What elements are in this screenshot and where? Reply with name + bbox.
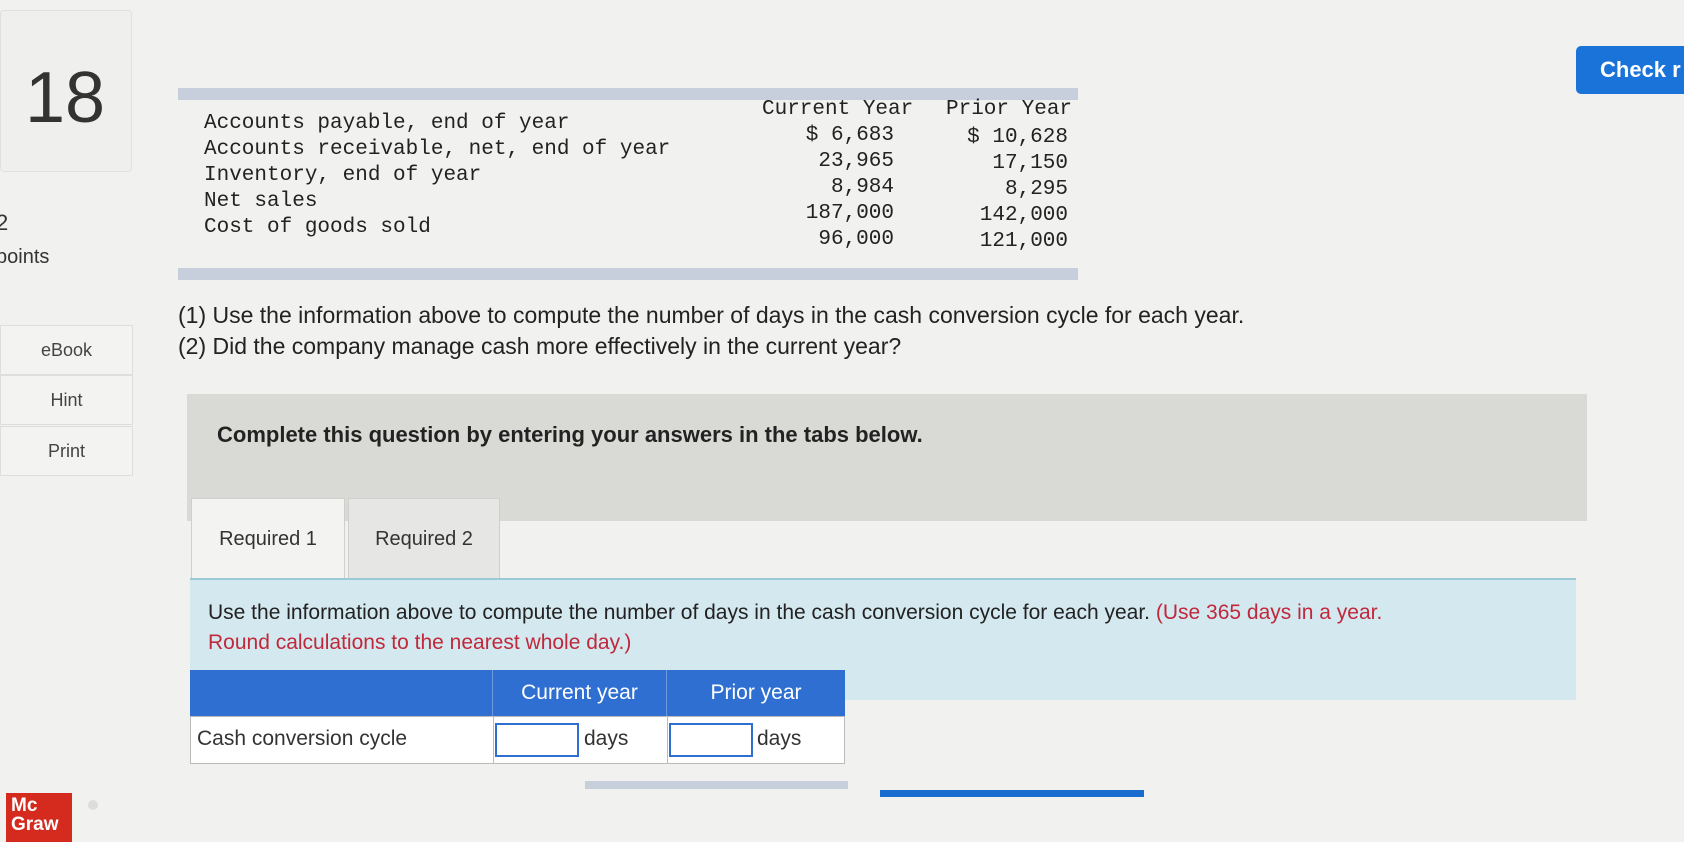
col-header-current: Current Year (762, 98, 914, 121)
question-number: 18 (25, 58, 106, 138)
table-top-bar (178, 88, 1078, 100)
answer-text-red-1: (Use 365 days in a year. (1155, 601, 1383, 624)
answer-instructions-text: Use the information above to compute the… (208, 598, 1382, 658)
status-dot (88, 800, 98, 810)
prior-year-unit: days (757, 727, 802, 750)
question-prompt: (1) Use the information above to compute… (178, 300, 1244, 362)
row-label-cash-conversion-cycle: Cash conversion cycle (197, 727, 408, 750)
mcgraw-hill-logo: Mc Graw (6, 793, 72, 842)
points-label: points (0, 246, 50, 268)
logo-line-1: Mc (11, 795, 38, 816)
divider (667, 717, 668, 763)
logo-line-2: Graw (11, 814, 59, 835)
left-panel: 18 2 points eBook Hint Print Mc Graw (0, 0, 135, 842)
current-year-unit: days (584, 727, 629, 750)
progress-indicator (880, 790, 1144, 797)
cell-current: 187,000 (805, 202, 894, 225)
scroll-indicator (585, 781, 848, 789)
answer-text-main: Use the information above to compute the… (208, 601, 1156, 624)
tab-required-2[interactable]: Required 2 (348, 498, 500, 580)
row-label: Net sales (204, 190, 318, 213)
cell-prior: $ 10,628 (967, 126, 1068, 149)
row-label: Cost of goods sold (204, 216, 431, 239)
answer-col-prior: Prior year (666, 670, 845, 716)
prompt-line-1: (1) Use the information above to compute… (178, 302, 1245, 328)
cell-prior: 121,000 (979, 230, 1068, 253)
financial-data-table: Current Year Prior Year Accounts payable… (178, 88, 1078, 280)
prompt-line-2: (2) Did the company manage cash more eff… (178, 333, 902, 359)
row-label: Accounts payable, end of year (204, 112, 570, 135)
answer-col-current: Current year (492, 670, 666, 716)
answer-text-red-2: Round calculations to the nearest whole … (208, 631, 632, 654)
ebook-button[interactable]: eBook (0, 325, 133, 375)
cell-prior: 8,295 (1004, 178, 1068, 201)
prior-year-input[interactable] (669, 723, 753, 757)
cell-current: 8,984 (830, 176, 894, 199)
cell-current: 23,965 (818, 150, 894, 173)
row-label: Inventory, end of year (204, 164, 482, 187)
tab-required-1[interactable]: Required 1 (191, 498, 345, 580)
check-my-work-button[interactable]: Check r (1576, 46, 1684, 94)
row-label: Accounts receivable, net, end of year (204, 138, 671, 161)
table-row: Cash conversion cycle days days (190, 716, 845, 764)
question-number-box: 18 (0, 10, 132, 172)
print-button[interactable]: Print (0, 426, 133, 476)
col-header-prior: Prior Year (946, 98, 1073, 121)
instruction-text: Complete this question by entering your … (217, 422, 923, 447)
cell-current: 96,000 (818, 228, 894, 251)
divider (493, 717, 494, 763)
answer-table-header: Current year Prior year (190, 670, 845, 716)
table-bottom-bar (178, 268, 1078, 280)
points-value: 2 (0, 210, 9, 235)
current-year-input[interactable] (495, 723, 579, 757)
cell-prior: 142,000 (979, 204, 1068, 227)
cell-prior: 17,150 (992, 152, 1068, 175)
cell-current: $ 6,683 (805, 124, 894, 147)
hint-button[interactable]: Hint (0, 375, 133, 425)
answer-table: Current year Prior year Cash conversion … (190, 670, 845, 770)
